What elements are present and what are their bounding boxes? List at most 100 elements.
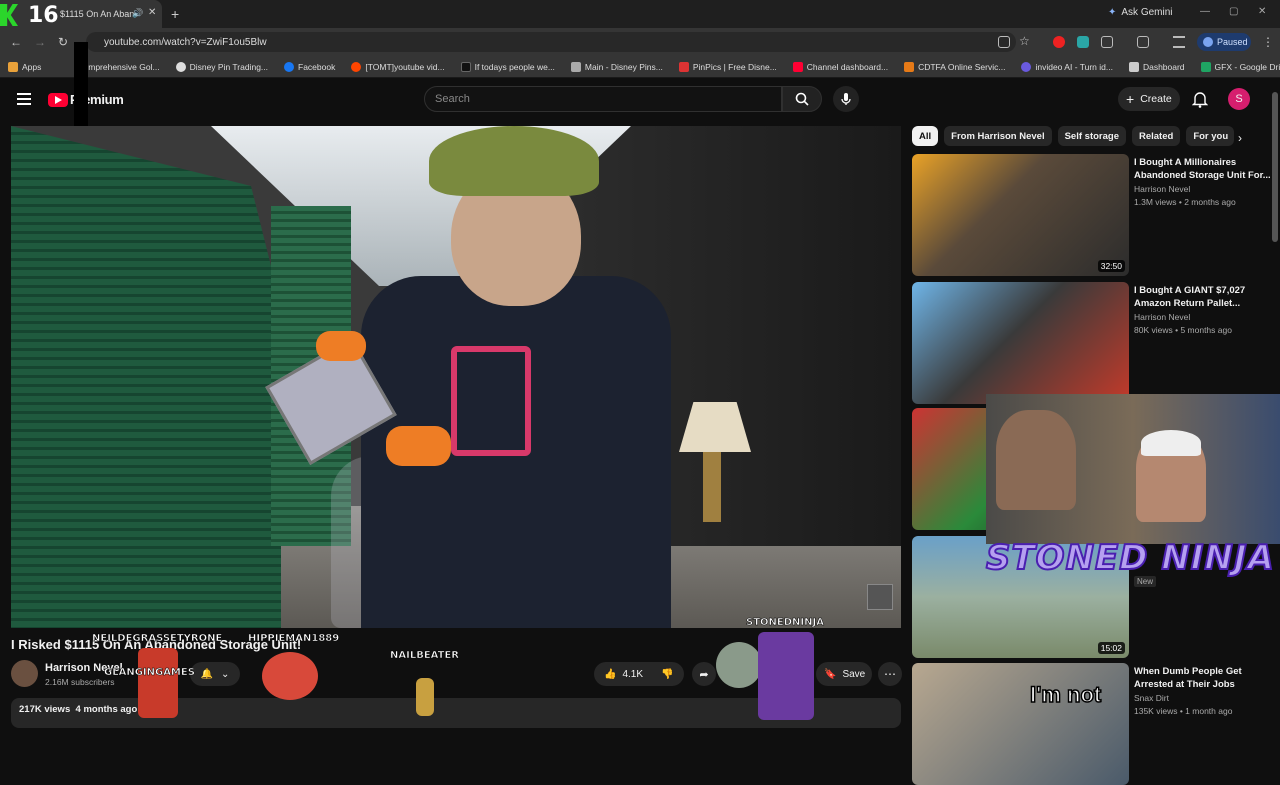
notifications-bell-icon[interactable] <box>1192 91 1208 108</box>
recommendation-meta: 1.3M views • 2 months ago <box>1134 197 1236 207</box>
recommendation-channel[interactable]: Harrison Nevel <box>1134 184 1190 194</box>
view-count: 217K views <box>19 704 71 715</box>
recommendation-item[interactable]: 32:50 I Bought A Millionaires Abandoned … <box>912 154 1271 276</box>
video-storage-doors <box>11 126 281 628</box>
pinpics-icon <box>678 61 689 72</box>
browser-tab-active[interactable]: 16 $1115 On An Aban 🔊 ✕ <box>0 0 162 28</box>
chat-name: STONEDNINJA <box>746 617 824 629</box>
bookmark-star-icon[interactable]: ☆ <box>1019 34 1030 48</box>
url-field[interactable]: youtube.com/watch?v=ZwiF1ou5Blw <box>86 32 1016 52</box>
profile-paused-button[interactable]: Paused <box>1197 33 1251 51</box>
chip-for-you[interactable]: For you <box>1186 126 1235 146</box>
video-glove-left <box>316 331 366 361</box>
upload-age: 4 months ago <box>75 704 138 715</box>
chat-sprite-small <box>416 678 434 716</box>
like-dislike-button[interactable]: 👍 4.1K 👎 <box>594 662 684 686</box>
bookmarks-bar: Apps Comprehensive Gol... Disney Pin Tra… <box>0 56 1280 78</box>
chevron-down-icon: ⌄ <box>221 668 230 680</box>
create-button[interactable]: + Create <box>1118 87 1180 111</box>
recommendation-title[interactable]: I Bought A Millionaires Abandoned Storag… <box>1134 156 1274 182</box>
video-glove-right <box>386 426 451 466</box>
search-button[interactable] <box>782 86 822 112</box>
browser-menu-icon[interactable]: ⋮ <box>1262 35 1274 49</box>
window-close-icon[interactable]: ✕ <box>1258 6 1266 17</box>
chat-name: NAILBEATER <box>390 650 459 662</box>
streamer-webcam <box>986 394 1280 544</box>
audio-icon[interactable]: 🔊 <box>132 8 143 19</box>
recommendation-channel[interactable]: Harrison Nevel <box>1134 312 1190 322</box>
pin-icon <box>570 61 581 72</box>
video-lamp-base <box>703 452 721 522</box>
recommendation-title[interactable]: I Bought A GIANT $7,027 Amazon Return Pa… <box>1134 284 1274 310</box>
bookmark-tomt[interactable]: [TOMT]youtube vid... <box>351 61 445 72</box>
menu-hamburger-icon[interactable] <box>17 93 31 105</box>
recommendation-thumbnail[interactable] <box>912 282 1129 404</box>
account-avatar[interactable]: S <box>1228 88 1250 110</box>
ask-gemini-button[interactable]: ✦ Ask Gemini <box>1108 7 1173 18</box>
chip-related[interactable]: Related <box>1131 126 1181 146</box>
tab-close-icon[interactable]: ✕ <box>148 7 156 18</box>
video-player[interactable] <box>11 126 901 628</box>
youtube-logo-icon[interactable] <box>48 93 68 107</box>
share-button[interactable]: ➦ <box>692 662 716 686</box>
bookmark-todays-people[interactable]: If todays people we... <box>460 61 555 72</box>
chat-name: HIPPIEMAN1889 <box>248 633 340 645</box>
extension-teal-icon[interactable] <box>1077 36 1089 48</box>
bookmark-apps[interactable]: Apps <box>8 61 41 72</box>
channel-avatar[interactable] <box>11 660 38 687</box>
back-icon[interactable]: ← <box>10 35 22 49</box>
recommendation-item[interactable]: I Bought A GIANT $7,027 Amazon Return Pa… <box>912 282 1270 404</box>
minimize-icon[interactable]: — <box>1200 6 1210 17</box>
bookmark-invideo[interactable]: invideo AI - Turn id... <box>1021 61 1113 72</box>
subscription-bell-button[interactable]: 🔔 ⌄ <box>190 662 240 686</box>
search-icon <box>795 92 809 106</box>
thumbnail-caption: I'm not <box>1029 681 1102 708</box>
recommendation-thumbnail[interactable]: 32:50 <box>912 154 1129 276</box>
gemini-icon: ✦ <box>1108 7 1117 18</box>
tiktok-icon <box>460 61 471 72</box>
chat-sprite-knuckles <box>262 652 318 700</box>
disney-icon <box>175 61 186 72</box>
voice-search-button[interactable] <box>833 86 859 112</box>
share-icon: ➦ <box>699 668 709 681</box>
bookmark-facebook[interactable]: Facebook <box>284 61 335 72</box>
recommendation-channel[interactable]: Snax Dirt <box>1134 693 1169 703</box>
bookmark-gfx-drive[interactable]: GFX - Google Drive <box>1200 61 1280 72</box>
cast-icon[interactable] <box>998 36 1010 48</box>
thumbs-up-icon: 👍 <box>604 668 617 680</box>
forward-icon[interactable]: → <box>34 35 46 49</box>
chip-from-channel[interactable]: From Harrison Nevel <box>944 126 1052 146</box>
more-horizontal-icon: ⋯ <box>884 667 896 681</box>
recommendation-meta: 135K views • 1 month ago <box>1134 706 1233 716</box>
video-person-hat <box>429 126 599 196</box>
tab-search-icon[interactable] <box>1137 36 1149 48</box>
bookmark-cdtfa[interactable]: CDTFA Online Servic... <box>904 61 1005 72</box>
save-button[interactable]: 🔖 Save <box>816 662 872 686</box>
restore-icon[interactable]: ▢ <box>1229 6 1238 17</box>
new-tab-icon[interactable]: + <box>171 6 179 22</box>
video-watermark-icon <box>867 584 893 610</box>
chips-next-icon[interactable]: › <box>1238 131 1242 145</box>
extensions-puzzle-icon[interactable] <box>1101 36 1113 48</box>
chip-all[interactable]: All <box>912 126 939 146</box>
bookmark-main-disney[interactable]: Main - Disney Pins... <box>570 61 663 72</box>
invideo-icon <box>1021 61 1032 72</box>
more-actions-button[interactable]: ⋯ <box>878 662 902 686</box>
bookmark-comprehensive[interactable]: Comprehensive Gol... <box>77 62 159 72</box>
channel-subscribers: 2.16M subscribers <box>45 677 115 687</box>
bookmark-dashboard[interactable]: Dashboard <box>1128 61 1185 72</box>
reload-icon[interactable]: ↻ <box>58 35 68 49</box>
thumbs-down-icon[interactable]: 👎 <box>661 669 673 680</box>
recommendation-meta: 80K views • 5 months ago <box>1134 325 1232 335</box>
search-input[interactable]: Search <box>424 86 782 112</box>
reading-list-icon[interactable] <box>1173 36 1185 48</box>
bookmark-channel-dashboard[interactable]: Channel dashboard... <box>792 61 888 72</box>
video-duration: 15:02 <box>1097 642 1125 654</box>
chip-self-storage[interactable]: Self storage <box>1057 126 1126 146</box>
apps-grid-icon <box>8 61 18 72</box>
page-scrollbar[interactable] <box>1272 92 1278 242</box>
bookmark-pinpics[interactable]: PinPics | Free Disne... <box>678 61 777 72</box>
recommendation-title[interactable]: When Dumb People Get Arrested at Their J… <box>1134 665 1274 691</box>
extension-red-icon[interactable] <box>1053 36 1065 48</box>
bookmark-disney-pin[interactable]: Disney Pin Trading... <box>175 61 268 72</box>
